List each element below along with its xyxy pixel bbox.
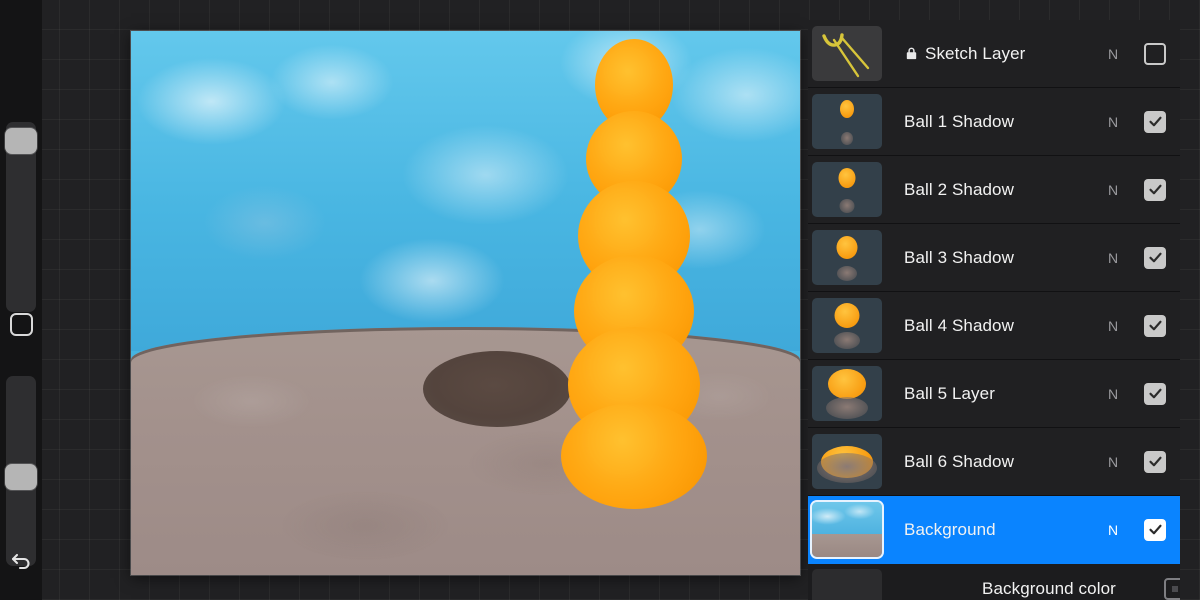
layer-visibility-checkbox[interactable] — [1144, 314, 1166, 337]
layer-visibility-checkbox[interactable] — [1163, 578, 1180, 600]
layer-thumbnail — [812, 162, 882, 217]
checkbox-dot — [1171, 586, 1178, 592]
thumbnail-shadow — [839, 199, 855, 213]
layer-blend-mode[interactable]: N — [1096, 522, 1130, 538]
layer-row[interactable]: Background N — [808, 496, 1180, 564]
layer-row[interactable]: Ball 4 Shadow N — [808, 292, 1180, 360]
thumbnail-ball — [836, 236, 858, 259]
thumbnail-ball — [828, 369, 866, 399]
layer-row[interactable]: Ball 6 Shadow N — [808, 428, 1180, 496]
tool-rail — [0, 0, 42, 600]
layer-thumbnail — [812, 298, 882, 353]
square-tool-button[interactable] — [10, 313, 33, 336]
layer-blend-mode[interactable]: N — [1096, 182, 1130, 198]
thumbnail-shadow — [817, 453, 877, 483]
thumbnail-ball — [834, 303, 860, 328]
layer-row[interactable]: Sketch Layer N — [808, 20, 1180, 88]
thumbnail-shadow — [837, 266, 857, 281]
layer-name: Background color — [890, 579, 1116, 599]
thumbnail-shadow — [826, 397, 868, 419]
layer-blend-mode[interactable]: N — [1096, 46, 1130, 62]
layer-blend-mode[interactable]: N — [1096, 250, 1130, 266]
brush-opacity-slider-handle[interactable] — [5, 464, 37, 490]
layer-name-label: Ball 2 Shadow — [904, 179, 1014, 199]
layer-visibility-checkbox[interactable] — [1144, 450, 1166, 473]
layer-name-label: Ball 4 Shadow — [904, 315, 1014, 335]
thumbnail-ground — [812, 533, 882, 557]
layer-name-label: Sketch Layer — [925, 43, 1026, 63]
layer-name-label: Ball 1 Shadow — [904, 111, 1014, 131]
layer-name: Ball 5 Layer — [890, 384, 1096, 404]
layer-name: Ball 3 Shadow — [890, 248, 1096, 268]
layer-visibility-checkbox[interactable] — [1144, 518, 1166, 541]
layer-thumbnail — [812, 94, 882, 149]
layer-name-label: Background color — [982, 579, 1116, 598]
layer-blend-mode[interactable]: N — [1096, 114, 1130, 130]
canvas-artboard[interactable] — [131, 31, 800, 575]
sky-region — [131, 31, 800, 351]
undo-button[interactable] — [8, 548, 36, 576]
layer-thumbnail-placeholder — [812, 569, 882, 600]
layer-visibility-checkbox[interactable] — [1144, 42, 1166, 65]
layer-visibility-checkbox[interactable] — [1144, 246, 1166, 269]
undo-arrow-icon — [10, 548, 34, 577]
layer-row[interactable]: Ball 3 Shadow N — [808, 224, 1180, 292]
layer-blend-mode[interactable]: N — [1096, 318, 1130, 334]
layer-name-label: Ball 3 Shadow — [904, 247, 1014, 267]
layer-thumbnail — [812, 434, 882, 489]
layer-thumbnail — [812, 502, 882, 557]
layer-name-label: Ball 6 Shadow — [904, 451, 1014, 471]
brush-opacity-slider[interactable] — [5, 376, 37, 566]
layers-panel[interactable]: Sketch Layer N Ball 1 Shadow N Ball 2 Shadow… — [808, 20, 1180, 600]
layer-name: Sketch Layer — [890, 44, 1096, 64]
layer-name: Ball 6 Shadow — [890, 452, 1096, 472]
thumbnail-ball — [838, 168, 856, 188]
layer-blend-mode[interactable]: N — [1096, 386, 1130, 402]
layer-name: Background — [890, 520, 1096, 540]
layer-row[interactable]: Ball 2 Shadow N — [808, 156, 1180, 224]
layer-blend-mode[interactable]: N — [1096, 454, 1130, 470]
layer-thumbnail — [812, 230, 882, 285]
layer-visibility-checkbox[interactable] — [1144, 382, 1166, 405]
layer-name: Ball 1 Shadow — [890, 112, 1096, 132]
layer-visibility-checkbox[interactable] — [1144, 110, 1166, 133]
ball-6 — [561, 403, 707, 509]
layer-thumbnail — [812, 366, 882, 421]
layer-row[interactable]: Background color — [808, 564, 1180, 600]
thumbnail-sky — [812, 502, 882, 534]
layer-name: Ball 2 Shadow — [890, 180, 1096, 200]
layer-name-label: Ball 5 Layer — [904, 383, 995, 403]
impact-shadow — [423, 351, 571, 427]
layer-thumbnail — [812, 26, 882, 81]
layer-name-label: Background — [904, 519, 996, 539]
thumbnail-ball — [840, 100, 854, 118]
brush-size-slider[interactable] — [5, 122, 37, 312]
layer-visibility-checkbox[interactable] — [1144, 178, 1166, 201]
layer-name: Ball 4 Shadow — [890, 316, 1096, 336]
app-root: Sketch Layer N Ball 1 Shadow N Ball 2 Shadow… — [0, 0, 1200, 600]
layer-row[interactable]: Ball 1 Shadow N — [808, 88, 1180, 156]
thumbnail-shadow — [834, 332, 860, 349]
lock-icon — [904, 46, 919, 61]
layer-row[interactable]: Ball 5 Layer N — [808, 360, 1180, 428]
thumbnail-shadow — [841, 132, 853, 145]
brush-size-slider-handle[interactable] — [5, 128, 37, 154]
